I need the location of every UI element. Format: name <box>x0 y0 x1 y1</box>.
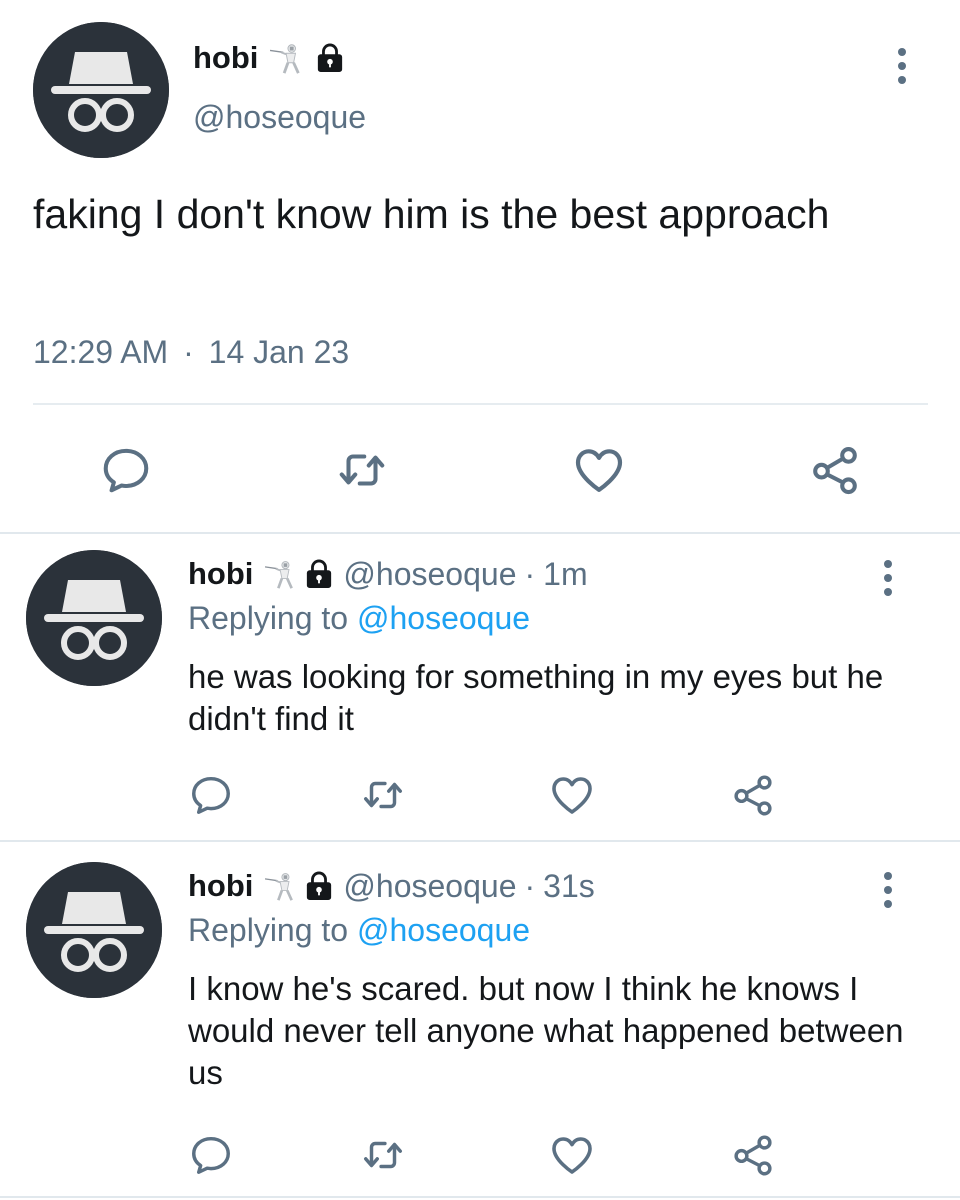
reply-icon <box>99 443 153 497</box>
tweet-time: 12:29 AM <box>33 334 169 370</box>
meta-separator: · <box>524 556 536 592</box>
vertical-ellipsis-icon <box>876 870 900 910</box>
like-button[interactable] <box>547 1130 597 1180</box>
meta-separator: · <box>524 868 536 904</box>
share-icon <box>730 772 776 818</box>
like-icon <box>571 442 627 498</box>
more-options-button[interactable] <box>876 870 900 910</box>
avatar[interactable] <box>26 862 162 998</box>
author-badges <box>265 870 333 902</box>
section-divider <box>0 840 960 842</box>
retweet-button[interactable] <box>332 440 392 500</box>
mention-link[interactable]: @hoseoque <box>357 912 530 948</box>
author-name[interactable]: hobi <box>188 866 253 906</box>
lock-icon <box>305 559 333 589</box>
incognito-hat-glasses-icon <box>26 550 162 686</box>
vertical-ellipsis-icon <box>890 46 914 86</box>
lock-icon <box>316 43 344 73</box>
lock-icon <box>305 871 333 901</box>
vertical-ellipsis-icon <box>876 558 900 598</box>
section-divider <box>0 1196 960 1198</box>
like-button[interactable] <box>547 770 597 820</box>
relative-time[interactable]: 31s <box>543 866 595 906</box>
author-name[interactable]: hobi <box>188 554 253 594</box>
reply-tweet[interactable]: hobi @hoseoque · 31s Replying to @hoseoq… <box>0 846 960 1200</box>
tweet-date: 14 Jan 23 <box>208 334 350 370</box>
retweet-icon <box>360 1132 406 1178</box>
tweet-text: faking I don't know him is the best appr… <box>33 191 830 237</box>
replying-to: Replying to @hoseoque <box>188 598 530 638</box>
reply-button[interactable] <box>186 1130 236 1180</box>
retweet-button[interactable] <box>358 770 408 820</box>
like-icon <box>548 1131 596 1179</box>
retweet-icon <box>335 443 389 497</box>
author-handle[interactable]: @hoseoque <box>193 97 366 137</box>
share-button[interactable] <box>728 770 778 820</box>
author-handle[interactable]: @hoseoque <box>343 554 516 594</box>
reply-button[interactable] <box>186 770 236 820</box>
more-options-button[interactable] <box>890 46 914 86</box>
retweet-icon <box>360 772 406 818</box>
like-button[interactable] <box>569 440 629 500</box>
author-badges <box>265 558 333 590</box>
reply-icon <box>188 772 234 818</box>
author-name[interactable]: hobi <box>193 38 258 78</box>
fencer-emoji-icon <box>270 41 304 75</box>
replying-prefix: Replying to <box>188 600 357 636</box>
mention-link[interactable]: @hoseoque <box>357 600 530 636</box>
retweet-button[interactable] <box>358 1130 408 1180</box>
incognito-hat-glasses-icon <box>26 862 162 998</box>
reply-header: hobi @hoseoque · 1m <box>188 554 588 594</box>
replying-to: Replying to @hoseoque <box>188 910 530 950</box>
author-name-row: hobi <box>193 38 344 78</box>
avatar[interactable] <box>33 22 169 158</box>
tweet-text: he was looking for something in my eyes … <box>188 658 884 737</box>
author-handle[interactable]: @hoseoque <box>343 866 516 906</box>
more-options-button[interactable] <box>876 558 900 598</box>
main-tweet: hobi @hoseoque faking I don't know him i… <box>0 0 960 532</box>
meta-separator: · <box>183 334 194 370</box>
tweet-timestamp[interactable]: 12:29 AM · 14 Jan 23 <box>33 332 349 372</box>
share-icon <box>730 1132 776 1178</box>
fencer-emoji-icon <box>265 870 297 902</box>
share-icon <box>808 443 862 497</box>
like-icon <box>548 771 596 819</box>
fencer-emoji-icon <box>265 558 297 590</box>
share-button[interactable] <box>728 1130 778 1180</box>
tweet-text: I know he's scared. but now I think he k… <box>188 970 904 1091</box>
reply-button[interactable] <box>96 440 156 500</box>
divider <box>33 403 928 405</box>
reply-header: hobi @hoseoque · 31s <box>188 866 595 906</box>
incognito-hat-glasses-icon <box>33 22 169 158</box>
share-button[interactable] <box>805 440 865 500</box>
reply-icon <box>188 1132 234 1178</box>
replying-prefix: Replying to <box>188 912 357 948</box>
reply-tweet[interactable]: hobi @hoseoque · 1m Replying to @hoseoqu… <box>0 534 960 840</box>
avatar[interactable] <box>26 550 162 686</box>
relative-time[interactable]: 1m <box>543 554 587 594</box>
